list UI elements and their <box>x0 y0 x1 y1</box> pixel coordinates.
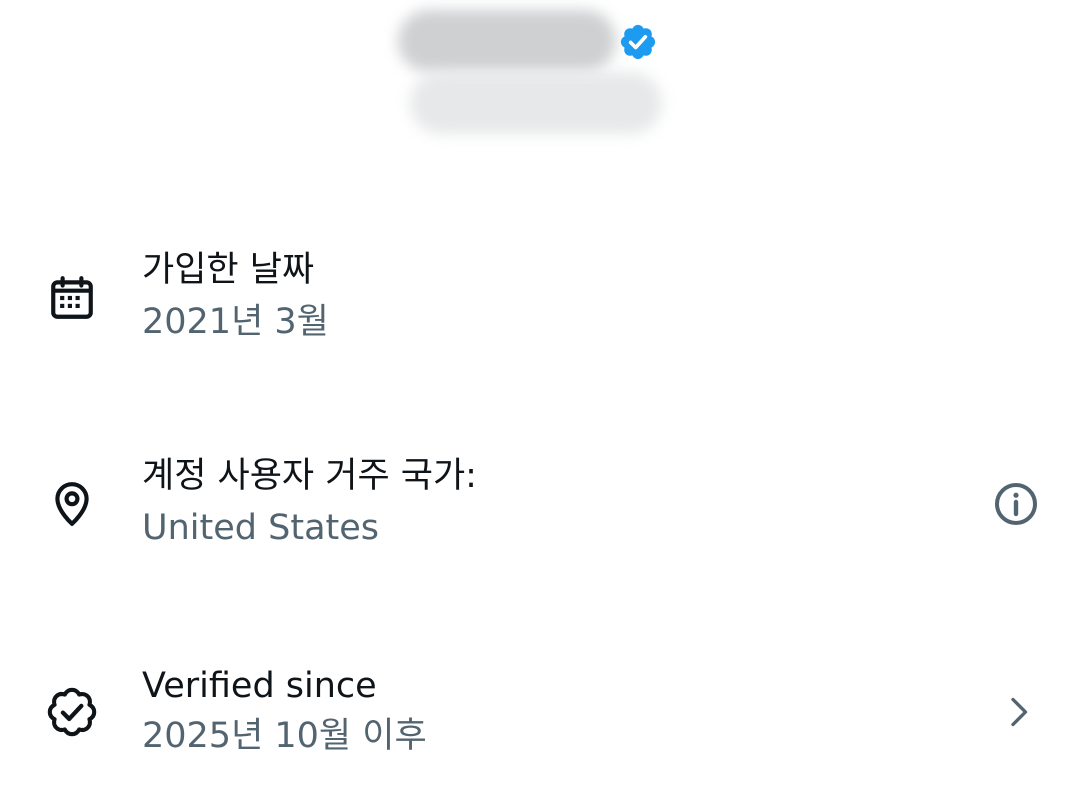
joined-date-label: 가입한 날짜 <box>142 250 315 290</box>
verified-badge-icon <box>620 24 656 60</box>
account-country-label: 계정 사용자 거주 국가: <box>142 456 477 496</box>
verified-since-value: 2025년 10월 이후 <box>142 716 427 756</box>
blurred-username <box>410 72 662 134</box>
location-pin-icon <box>44 476 100 532</box>
chevron-right-icon[interactable] <box>990 684 1046 740</box>
info-icon[interactable] <box>988 476 1044 532</box>
joined-date-value: 2021년 3월 <box>142 302 329 342</box>
profile-header <box>0 0 1080 150</box>
account-country-value: United States <box>142 508 380 548</box>
blurred-display-name <box>398 10 616 72</box>
calendar-icon <box>44 270 100 326</box>
verified-since-label: Verified since <box>142 666 377 706</box>
verified-check-icon <box>44 684 100 740</box>
